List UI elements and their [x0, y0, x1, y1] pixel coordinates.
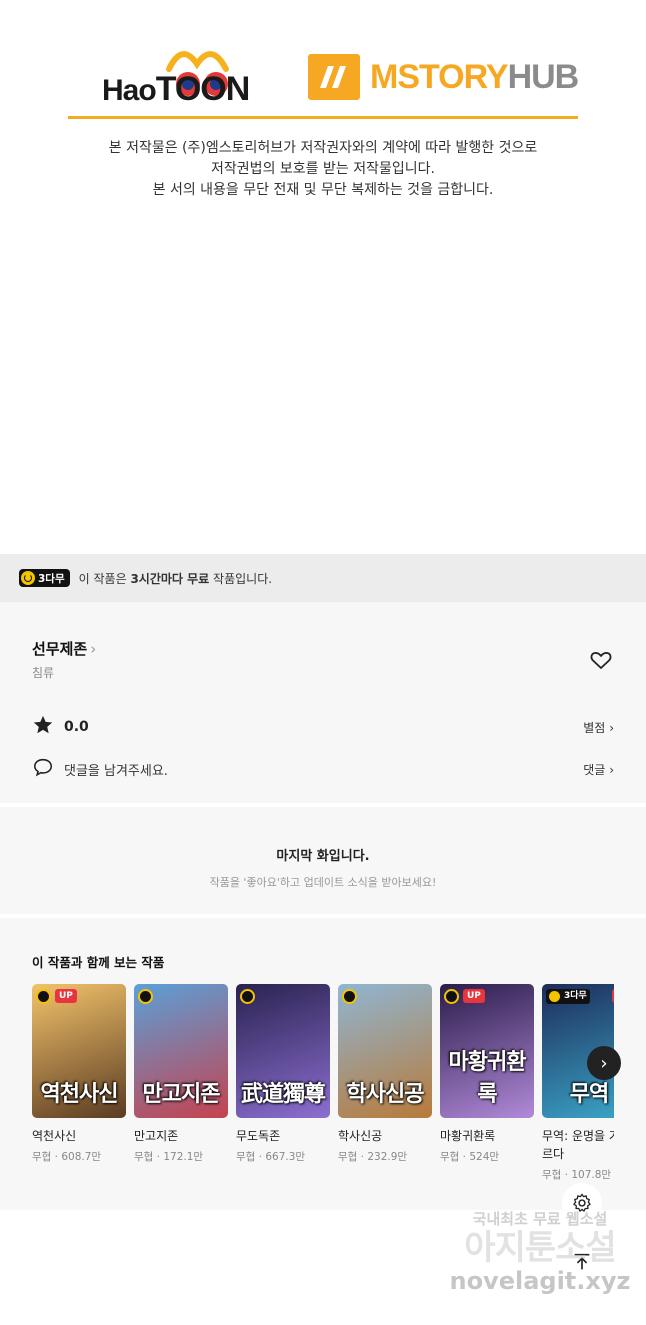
recommend-card[interactable]: 3다무 UP 무역무역: 운명을 거스르다무협 · 107.8만 [542, 984, 614, 1182]
watermark-line: 국내최초 무료 웹소설 [472, 1210, 608, 1228]
copyright-header: HaoTOON MSTORYHUB 본 저작물은 (주)엠스토리허브가 저작권자… [0, 0, 646, 554]
recommend-title[interactable]: 만고지존 [134, 1127, 228, 1145]
recommend-meta: 무협 · 232.9만 [338, 1151, 408, 1163]
wait-free-badge: 3다무 [19, 569, 70, 587]
watermark-line: novelagit.xyz [449, 1267, 631, 1295]
cover-title-art: 역천사신 [40, 1082, 119, 1107]
recommend-meta: 무협 · 608.7만 [32, 1151, 102, 1163]
copyright-line: 본 저작물은 (주)엠스토리허브가 저작권자와의 계약에 따라 발행한 것으로 [108, 140, 538, 156]
viewer-page: HaoTOON MSTORYHUB 본 저작물은 (주)엠스토리허브가 저작권자… [0, 0, 646, 1325]
series-title[interactable]: 선무제존 › [32, 640, 96, 658]
free-every-3h-banner: 3다무 이 작품은 3시간마다 무료 작품입니다. [0, 554, 646, 602]
publisher-logos: HaoTOON MSTORYHUB [68, 40, 579, 118]
comments-link[interactable]: 댓글 › [583, 761, 614, 778]
wait-free-badge-label: 3다무 [38, 572, 65, 585]
series-genre: 침류 [32, 666, 55, 680]
watermark-line: 아지툰소설 [464, 1228, 616, 1268]
up-badge: UP [55, 989, 77, 1003]
rating-value: 0.0 [64, 719, 89, 735]
comment-placeholder[interactable]: 댓글을 남겨주세요. [64, 760, 168, 779]
comment-row[interactable]: 댓글을 남겨주세요. 댓글 › [32, 758, 614, 780]
recommend-card[interactable]: UP 마황귀환록 마황귀환록 무협 · 524만 [440, 984, 534, 1164]
copyright-line: 저작권법의 보호를 받는 저작물입니다. [211, 161, 435, 177]
banner-text: 작품입니다. [209, 571, 273, 586]
recommend-carousel: UP 역천사신 역천사신 무협 · 608.7만 만고지존 만고지존 무협 · 172.1만… [32, 984, 614, 1184]
up-badge: UP [612, 989, 614, 1003]
recommend-title[interactable]: 무도독존 [236, 1127, 330, 1145]
cover-thumbnail[interactable]: UP 마황귀환록 [440, 984, 534, 1118]
section-divider [0, 914, 646, 918]
rating-row: 0.0 별점 › [32, 714, 614, 740]
cover-thumbnail[interactable]: 학사신공 [338, 984, 432, 1118]
mstoryhub-logo: MSTORYHUB [308, 54, 579, 104]
copyright-line: 본 서의 내용을 무단 전재 및 무단 복제하는 것을 금합니다. [152, 182, 494, 198]
recommend-meta: 무협 · 524만 [440, 1151, 500, 1163]
recommend-meta: 무협 · 107.8만 [542, 1169, 612, 1181]
cover-title-art: 마황귀환록 [448, 1050, 527, 1107]
haotoon-wordmark: HaoTOON [102, 70, 250, 108]
recommend-card[interactable]: 학사신공 학사신공 무협 · 232.9만 [338, 984, 432, 1164]
recommend-meta: 무협 · 172.1만 [134, 1151, 204, 1163]
recommend-title[interactable]: 마황귀환록 [440, 1127, 534, 1145]
cover-title-art: 무역 [569, 1082, 609, 1107]
divider [68, 116, 578, 119]
cover-thumbnail[interactable]: 武道獨尊 [236, 984, 330, 1118]
haotoon-logo: HaoTOON [102, 46, 262, 108]
last-episode-subtitle: 작품을 '좋아요'하고 업데이트 소식을 받아보세요! [209, 876, 437, 889]
banner-text-bold: 3시간마다 무료 [130, 571, 210, 586]
recommend-card[interactable]: 만고지존 만고지존 무협 · 172.1만 [134, 984, 228, 1164]
cover-title-art: 학사신공 [346, 1082, 425, 1107]
last-episode-title: 마지막 화입니다. [276, 849, 370, 864]
star-icon [32, 714, 54, 740]
cover-title-art: 武道獨尊 [240, 1082, 326, 1107]
site-watermark: 국내최초 무료 웹소설 아지툰소설 novelagit.xyz [440, 1208, 640, 1295]
mstoryhub-logo-mark [308, 54, 360, 100]
clock-icon [21, 571, 35, 585]
wait-free-badge: 3다무 [546, 989, 590, 1004]
chevron-right-icon[interactable]: › [587, 1046, 621, 1080]
mstoryhub-wordmark: MSTORYHUB [370, 58, 579, 96]
chevron-right-icon: › [609, 762, 614, 777]
clock-icon [36, 989, 51, 1004]
heart-outline-icon[interactable] [589, 648, 613, 672]
chevron-right-icon: › [90, 640, 97, 658]
comment-bubble-icon [32, 756, 54, 782]
banner-text: 이 작품은 [78, 571, 131, 586]
section-divider [0, 803, 646, 807]
recommend-meta: 무협 · 667.3만 [236, 1151, 306, 1163]
up-badge: UP [463, 989, 485, 1003]
cover-thumbnail[interactable]: 만고지존 [134, 984, 228, 1118]
clock-icon [138, 989, 153, 1004]
last-episode-notice: 마지막 화입니다. 작품을 '좋아요'하고 업데이트 소식을 받아보세요! [0, 845, 646, 890]
recommend-title[interactable]: 학사신공 [338, 1127, 432, 1145]
recommend-card[interactable]: UP 역천사신 역천사신 무협 · 608.7만 [32, 984, 126, 1164]
rate-link[interactable]: 별점 › [583, 719, 614, 736]
recommend-title[interactable]: 무역: 운명을 거스르다 [542, 1127, 614, 1163]
recommend-card[interactable]: 武道獨尊 무도독존무협 · 667.3만 [236, 984, 330, 1164]
clock-icon [240, 989, 255, 1004]
cover-title-art: 만고지존 [142, 1082, 221, 1107]
clock-icon [444, 989, 459, 1004]
recommend-heading: 이 작품과 함께 보는 작품 [32, 955, 165, 970]
cover-thumbnail[interactable]: UP 역천사신 [32, 984, 126, 1118]
series-title-link[interactable]: 선무제존 › [32, 638, 96, 659]
chevron-right-icon: › [609, 720, 614, 735]
copyright-notice: 본 저작물은 (주)엠스토리허브가 저작권자와의 계약에 따라 발행한 것으로 … [0, 138, 646, 201]
clock-icon [342, 989, 357, 1004]
recommend-title[interactable]: 역천사신 [32, 1127, 126, 1145]
